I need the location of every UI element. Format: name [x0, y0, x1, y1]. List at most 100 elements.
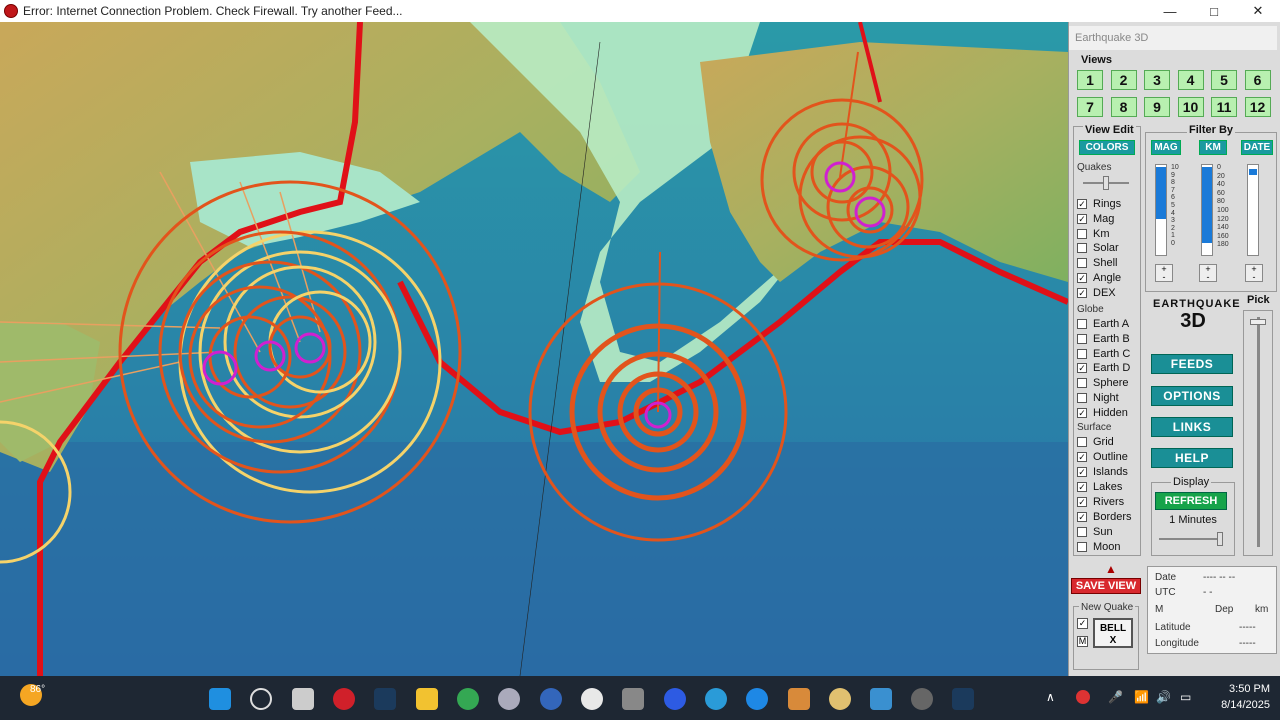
date-range-bar[interactable] [1247, 164, 1259, 256]
checkbox-box[interactable] [1077, 437, 1087, 447]
km-stepper[interactable]: + - [1199, 264, 1217, 282]
checkbox-box[interactable]: ✓ [1077, 497, 1087, 507]
calculator-icon[interactable] [622, 688, 644, 710]
checkbox-earth-a[interactable]: Earth A [1077, 317, 1129, 331]
checkbox-box[interactable] [1077, 258, 1087, 269]
globe-app-icon[interactable] [498, 688, 520, 710]
zoom-icon[interactable] [664, 688, 686, 710]
feeds-button[interactable]: FEEDS [1151, 354, 1233, 374]
clock-time[interactable]: 3:50 PM [1210, 683, 1270, 695]
checkbox-box[interactable]: ✓ [1077, 407, 1087, 418]
telegram-icon[interactable] [705, 688, 727, 710]
checkbox-outline[interactable]: ✓ Outline [1077, 450, 1128, 464]
save-view-button[interactable]: SAVE VIEW [1071, 578, 1141, 594]
checkbox-box[interactable]: ✓ [1077, 363, 1087, 374]
checkbox-moon[interactable]: Moon [1077, 540, 1121, 554]
view-button-7[interactable]: 7 [1077, 97, 1103, 117]
obs-icon[interactable] [911, 688, 933, 710]
filter-mag-button[interactable]: MAG [1151, 140, 1181, 155]
checkbox-box[interactable]: ✓ [1077, 452, 1087, 462]
checkbox-box[interactable] [1077, 378, 1087, 389]
stream-icon[interactable] [829, 688, 851, 710]
pick-slider-track[interactable] [1243, 310, 1273, 556]
checkbox-sphere[interactable]: Sphere [1077, 376, 1128, 390]
c-app-icon[interactable] [746, 688, 768, 710]
earthquake-map[interactable] [0, 22, 1068, 676]
filter-km-button[interactable]: KM [1199, 140, 1227, 155]
folder-icon[interactable] [416, 688, 438, 710]
view-button-12[interactable]: 12 [1244, 97, 1271, 117]
km-range-bar[interactable] [1201, 164, 1213, 256]
quakes-slider-thumb[interactable] [1103, 176, 1109, 190]
chrome-icon[interactable] [457, 688, 479, 710]
volume-icon[interactable]: 🔊 [1156, 690, 1171, 704]
slack-icon[interactable] [581, 688, 603, 710]
bell-button[interactable]: BELL X [1093, 618, 1133, 648]
checkbox-shell[interactable]: Shell [1077, 256, 1117, 270]
date-stepper[interactable]: + - [1245, 264, 1263, 282]
checkbox-box[interactable]: ✓ [1077, 213, 1087, 224]
checkbox-night[interactable]: Night [1077, 391, 1119, 405]
m-checkbox[interactable]: M [1077, 636, 1088, 647]
checkbox-box[interactable]: ✓ [1077, 482, 1087, 492]
tray-security-icon[interactable] [1076, 690, 1090, 704]
refresh-slider[interactable] [1159, 538, 1223, 540]
refresh-slider-thumb[interactable] [1217, 532, 1223, 546]
links-button[interactable]: LINKS [1151, 417, 1233, 437]
battery-icon[interactable]: ▭ [1180, 690, 1191, 704]
checkbox-box[interactable]: ✓ [1077, 467, 1087, 477]
checkbox-rivers[interactable]: ✓ Rivers [1077, 495, 1124, 509]
checkbox-box[interactable] [1077, 542, 1087, 552]
checkbox-box[interactable] [1077, 333, 1087, 344]
new-quake-checkbox[interactable]: ✓ [1077, 618, 1088, 629]
tray-up-arrow-icon[interactable]: ∧ [1046, 690, 1055, 704]
photos-icon[interactable] [870, 688, 892, 710]
checkbox-box[interactable]: ✓ [1077, 199, 1087, 209]
refresh-button[interactable]: REFRESH [1155, 492, 1227, 510]
view-button-1[interactable]: 1 [1077, 70, 1103, 90]
view-button-2[interactable]: 2 [1110, 70, 1137, 90]
view-button-3[interactable]: 3 [1144, 70, 1170, 90]
checkbox-angle[interactable]: ✓ Angle [1077, 271, 1121, 285]
checkbox-islands[interactable]: ✓ Islands [1077, 465, 1128, 479]
view-button-5[interactable]: 5 [1211, 70, 1237, 90]
checkbox-box[interactable] [1077, 228, 1087, 239]
checkbox-rings[interactable]: ✓ Rings [1077, 197, 1121, 211]
checkbox-grid[interactable]: Grid [1077, 435, 1114, 449]
terminal-icon[interactable] [374, 688, 396, 710]
view-button-11[interactable]: 11 [1211, 97, 1237, 117]
options-button[interactable]: OPTIONS [1151, 386, 1233, 406]
view-button-6[interactable]: 6 [1244, 70, 1271, 90]
checkbox-lakes[interactable]: ✓ Lakes [1077, 480, 1122, 494]
mag-range-bar[interactable] [1155, 164, 1167, 256]
checkbox-box[interactable]: ✓ [1077, 273, 1087, 283]
checkbox-box[interactable] [1077, 393, 1087, 403]
checkbox-box[interactable]: ✓ [1077, 287, 1087, 298]
checkbox-earth-c[interactable]: Earth C [1077, 347, 1130, 361]
checkbox-box[interactable] [1077, 243, 1087, 254]
checkbox-box[interactable] [1077, 527, 1087, 537]
earthquake-app-icon[interactable] [333, 688, 355, 710]
clock-date[interactable]: 8/14/2025 [1204, 699, 1270, 711]
checkbox-earth-d[interactable]: ✓ Earth D [1077, 361, 1130, 375]
terminal-2-icon[interactable] [952, 688, 974, 710]
checkbox-hidden[interactable]: ✓ Hidden [1077, 406, 1128, 420]
checkbox-dex[interactable]: ✓ DEX [1077, 286, 1116, 300]
search-icon[interactable] [250, 688, 272, 710]
minimize-button[interactable]: — [1148, 0, 1192, 22]
view-button-9[interactable]: 9 [1144, 97, 1170, 117]
world-icon[interactable] [540, 688, 562, 710]
maximize-button[interactable]: □ [1192, 0, 1236, 22]
checkbox-box[interactable] [1077, 319, 1087, 329]
checkbox-sun[interactable]: Sun [1077, 525, 1113, 539]
close-button[interactable]: ✕ [1236, 0, 1280, 22]
checkbox-box[interactable]: ✓ [1077, 512, 1087, 522]
wifi-icon[interactable]: 📶 [1134, 690, 1149, 704]
checkbox-earth-b[interactable]: Earth B [1077, 332, 1130, 346]
checkbox-km[interactable]: Km [1077, 227, 1110, 241]
pick-slider-thumb[interactable] [1250, 319, 1266, 325]
view-button-8[interactable]: 8 [1110, 97, 1137, 117]
checkbox-borders[interactable]: ✓ Borders [1077, 510, 1132, 524]
checkbox-box[interactable] [1077, 348, 1087, 359]
filter-date-button[interactable]: DATE [1241, 140, 1273, 155]
